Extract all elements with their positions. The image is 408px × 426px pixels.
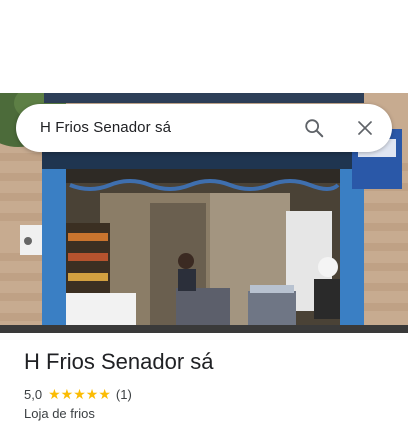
star-icon: ★ xyxy=(85,386,99,402)
star-icon: ★ xyxy=(60,386,74,402)
place-category: Loja de frios xyxy=(24,406,95,421)
star-icon: ★ xyxy=(73,386,86,402)
search-input[interactable]: H Frios Senador sá xyxy=(40,119,171,136)
search-icon[interactable] xyxy=(302,116,326,140)
rating-value: 5,0 xyxy=(24,386,43,402)
star-icon: ★ xyxy=(98,386,111,402)
place-name[interactable]: H Frios Senador sá xyxy=(24,349,214,375)
review-count[interactable]: (1) xyxy=(116,387,132,402)
star-icon: ★ xyxy=(48,386,61,402)
search-bar[interactable]: H Frios Senador sá xyxy=(16,104,392,152)
star-rating: ★ ★ ★ ★ ★ xyxy=(48,387,111,401)
rating-row[interactable]: 5,0 ★ ★ ★ ★ ★ (1) xyxy=(24,386,132,402)
close-icon[interactable] xyxy=(353,116,377,140)
